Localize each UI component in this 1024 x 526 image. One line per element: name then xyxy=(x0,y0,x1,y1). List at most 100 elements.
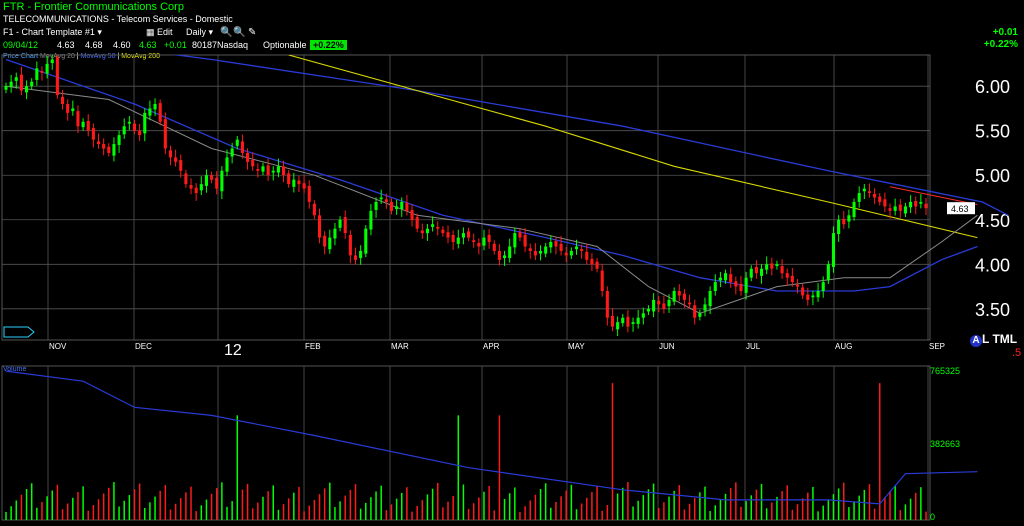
candle-body xyxy=(91,128,95,140)
candle-body xyxy=(410,209,414,220)
candle-body xyxy=(724,273,728,281)
candle-body xyxy=(821,282,825,292)
candle-body xyxy=(636,317,640,324)
candle-body xyxy=(677,291,681,296)
month-label: SEP xyxy=(929,342,945,351)
candle-body xyxy=(158,103,162,122)
candle-body xyxy=(497,250,501,260)
candle-body xyxy=(179,160,183,171)
candle-body xyxy=(878,196,882,202)
candle-body xyxy=(395,206,399,210)
candle-body xyxy=(204,175,208,186)
candle-body xyxy=(903,206,907,214)
candle-body xyxy=(225,157,229,172)
al-tml-indicator[interactable]: AL TML xyxy=(970,332,1017,347)
candle-body xyxy=(45,63,49,74)
al-tml-text: L TML xyxy=(982,332,1018,346)
candle-body xyxy=(749,268,753,278)
candle-body xyxy=(693,305,697,318)
candle-body xyxy=(400,201,404,210)
candle-body xyxy=(420,230,424,234)
candle-body xyxy=(215,177,219,189)
candle-body xyxy=(574,246,579,250)
candle-body xyxy=(436,226,440,229)
candle-body xyxy=(508,246,512,259)
candle-body xyxy=(307,185,311,202)
candle-body xyxy=(770,263,774,269)
candle-body xyxy=(389,201,394,211)
candle-body xyxy=(287,173,291,185)
candle-body xyxy=(379,197,383,200)
candle-body xyxy=(765,264,769,270)
candle-body xyxy=(847,215,851,222)
volume-axis-label: 765325 xyxy=(930,366,960,376)
candle-body xyxy=(102,144,106,149)
candle-body xyxy=(610,315,615,327)
candle-body xyxy=(600,270,604,292)
candle-body xyxy=(816,291,820,298)
price-axis-label: 3.50 xyxy=(975,300,1010,320)
candle-body xyxy=(266,165,270,176)
candle-body xyxy=(790,275,794,283)
candle-body xyxy=(667,299,671,307)
price-volume-chart[interactable]: 6.005.505.004.504.003.50NOV DEC FEB MAR APR M… xyxy=(0,0,1024,526)
candle-body xyxy=(210,175,214,180)
candle-body xyxy=(703,304,707,311)
long-ma-line xyxy=(172,55,1009,216)
candle-body xyxy=(441,229,445,234)
month-label: MAR xyxy=(391,342,409,351)
candle-body xyxy=(503,255,507,259)
month-label: APR xyxy=(483,342,500,351)
candle-body xyxy=(605,291,609,318)
candle-body xyxy=(127,121,131,124)
candle-body xyxy=(55,56,59,96)
candle-body xyxy=(580,249,584,251)
candle-body xyxy=(759,268,764,276)
candle-body xyxy=(698,313,702,317)
candle-body xyxy=(199,184,203,191)
candle-body xyxy=(117,135,121,145)
candle-body xyxy=(122,126,126,135)
candle-body xyxy=(50,59,54,64)
candle-body xyxy=(348,234,352,256)
candle-body xyxy=(256,169,260,171)
candle-body xyxy=(415,217,419,229)
candle-body xyxy=(554,241,558,247)
arrow-marker-icon xyxy=(3,326,35,338)
candle-body xyxy=(616,322,620,330)
candle-body xyxy=(883,199,887,207)
candle-body xyxy=(271,170,275,173)
candle-body xyxy=(220,170,224,192)
candle-body xyxy=(292,179,296,187)
month-label: AUG xyxy=(835,342,852,351)
candle-body xyxy=(276,166,280,173)
candle-body xyxy=(86,120,90,131)
candle-body xyxy=(754,266,758,274)
candle-body xyxy=(482,237,486,246)
candle-body xyxy=(795,284,800,287)
candle-body xyxy=(25,86,29,93)
price-axis-label: 5.00 xyxy=(975,166,1010,186)
month-label: MAY xyxy=(568,342,585,351)
candle-body xyxy=(718,277,722,281)
candle-body xyxy=(374,201,378,210)
candle-body xyxy=(873,193,877,198)
candle-body xyxy=(806,294,810,300)
candle-body xyxy=(461,233,465,238)
candle-body xyxy=(688,302,692,305)
price-axis-label: 6.00 xyxy=(975,77,1010,97)
candle-body xyxy=(513,233,517,248)
candle-body xyxy=(914,201,918,207)
candle-body xyxy=(60,96,65,104)
volume-average-line xyxy=(5,370,978,505)
candle-body xyxy=(492,243,496,251)
candle-body xyxy=(523,234,527,247)
candle-body xyxy=(405,202,409,211)
candle-body xyxy=(81,121,85,128)
candle-body xyxy=(831,233,836,267)
candle-body xyxy=(739,283,743,292)
candle-body xyxy=(19,74,23,91)
candle-body xyxy=(132,123,137,131)
volume-panel-frame xyxy=(1,365,931,521)
candle-body xyxy=(734,281,738,287)
